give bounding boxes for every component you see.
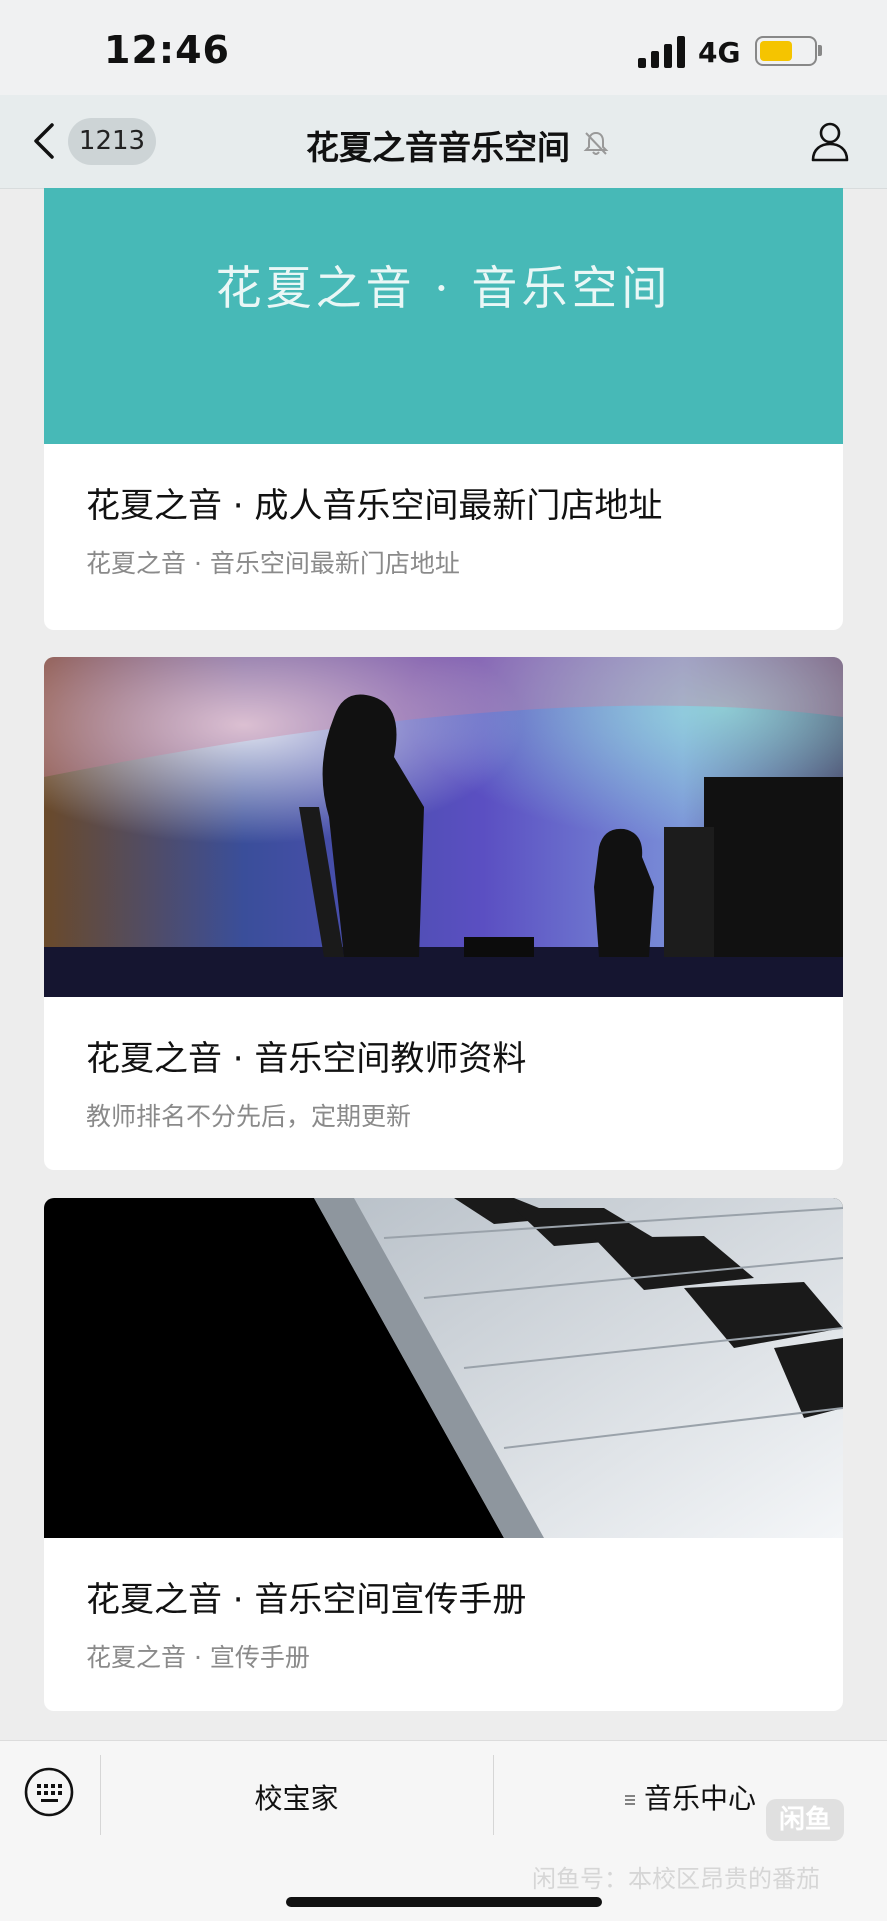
battery-icon [755, 36, 817, 66]
article-list: 花夏之音 · 音乐空间 花夏之音 · 成人音乐空间最新门店地址 花夏之音 · 音… [0, 188, 887, 1740]
menu-item-label: 音乐中心 [643, 1782, 756, 1815]
article-title: 花夏之音 · 音乐空间宣传手册 [86, 1580, 527, 1620]
home-indicator[interactable] [286, 1897, 602, 1907]
article-card-brochure[interactable]: 花夏之音 · 音乐空间宣传手册 花夏之音 · 宣传手册 [44, 1198, 843, 1711]
xianyu-logo: 闲鱼 [766, 1799, 844, 1841]
article-subtitle: 花夏之音 · 音乐空间最新门店地址 [86, 549, 460, 578]
bottom-menu-bar: 校宝家 音乐中心 闲鱼 闲鱼号：本校区昂贵的番茄 [0, 1740, 887, 1921]
network-type: 4G [698, 36, 741, 69]
piano-photo [44, 1198, 843, 1538]
article-subtitle: 教师排名不分先后，定期更新 [86, 1102, 412, 1131]
status-bar: 12:46 4G [0, 0, 887, 95]
concert-photo [44, 657, 843, 997]
page-title: 花夏之音音乐空间 [306, 128, 570, 167]
status-time: 12:46 [104, 28, 230, 72]
menu-item-label: 校宝家 [254, 1782, 339, 1815]
back-arrow-icon[interactable] [30, 121, 60, 161]
article-banner: 花夏之音 · 音乐空间 [44, 188, 843, 444]
unread-count-badge[interactable]: 1213 [68, 118, 156, 165]
article-title: 花夏之音 · 音乐空间教师资料 [86, 1039, 527, 1079]
signal-strength-icon [638, 36, 685, 68]
battery-level [760, 41, 792, 61]
profile-icon[interactable] [810, 120, 850, 162]
keyboard-icon[interactable] [24, 1767, 74, 1817]
menu-item-xiaobaojia[interactable]: 校宝家 [100, 1777, 493, 1817]
battery-tip [818, 45, 822, 56]
mute-bell-icon [583, 131, 609, 155]
article-card-store-address[interactable]: 花夏之音 · 音乐空间 花夏之音 · 成人音乐空间最新门店地址 花夏之音 · 音… [44, 188, 843, 630]
chat-header: 1213 花夏之音音乐空间 [0, 95, 887, 189]
submenu-lines-icon [624, 1795, 635, 1805]
article-subtitle: 花夏之音 · 宣传手册 [86, 1643, 310, 1672]
watermark-text: 闲鱼号：本校区昂贵的番茄 [532, 1865, 820, 1893]
article-title: 花夏之音 · 成人音乐空间最新门店地址 [86, 486, 663, 526]
banner-text: 花夏之音 · 音乐空间 [215, 261, 672, 315]
article-card-teachers[interactable]: 花夏之音 · 音乐空间教师资料 教师排名不分先后，定期更新 [44, 657, 843, 1170]
